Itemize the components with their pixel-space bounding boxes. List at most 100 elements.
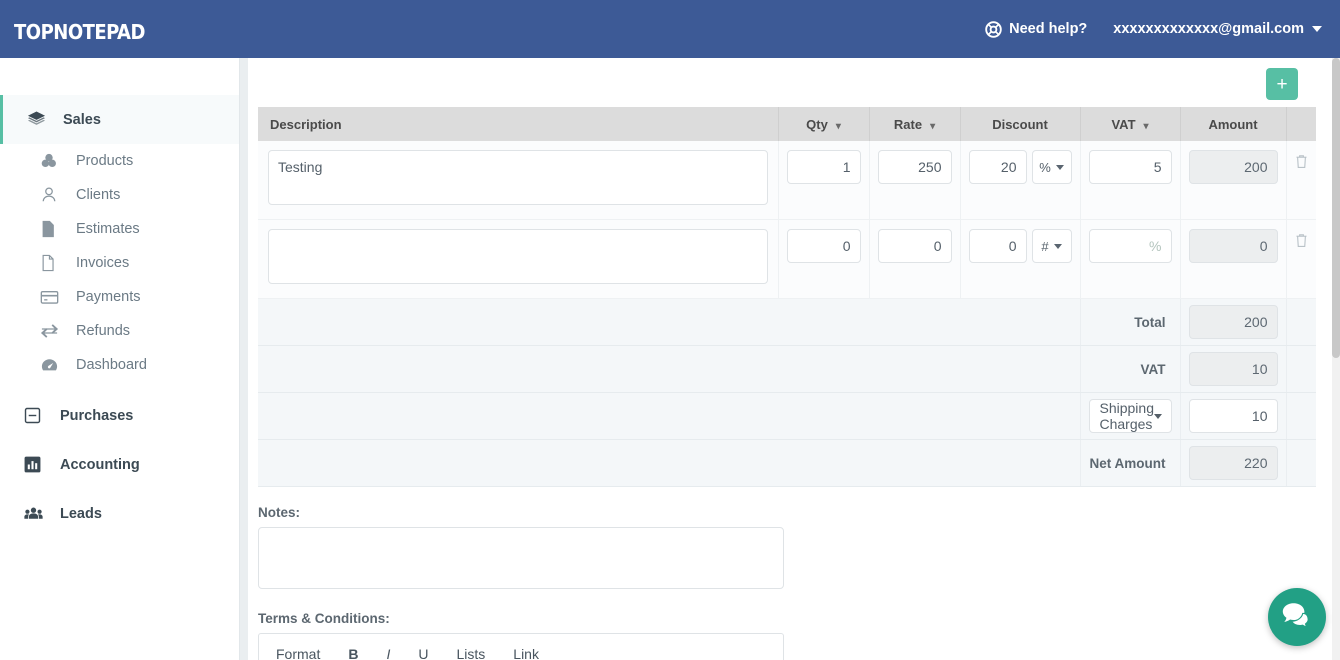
cell-delete xyxy=(1286,219,1316,299)
trash-icon[interactable] xyxy=(1295,234,1308,252)
tachometer-icon xyxy=(40,357,66,373)
sidebar-item-label: Dashboard xyxy=(76,357,147,373)
cubes-icon xyxy=(40,152,66,170)
sidebar-item-sales[interactable]: Sales xyxy=(0,95,239,144)
totals-end xyxy=(1286,439,1316,487)
column-header-discount[interactable]: Discount xyxy=(960,107,1081,141)
total-output xyxy=(1188,305,1278,339)
description-input[interactable] xyxy=(268,150,768,205)
sidebar-item-refunds[interactable]: Refunds xyxy=(0,314,239,348)
discount-unit-label: # xyxy=(1041,238,1049,254)
amount-output xyxy=(1188,150,1278,184)
table-row: # xyxy=(258,219,1316,299)
table-header-row: Description Qty ▾ Rate ▾ Discount VAT ▾ Amo… xyxy=(258,107,1316,141)
cell-amount xyxy=(1180,141,1287,220)
sidebar-item-label: Leads xyxy=(60,505,102,522)
totals-row-shipping: Shipping Charges xyxy=(258,392,1316,440)
discount-input[interactable] xyxy=(968,150,1027,184)
user-menu[interactable]: xxxxxxxxxxxxx@gmail.com xyxy=(1113,21,1322,37)
chat-bubbles-icon xyxy=(1282,602,1313,633)
column-header-qty[interactable]: Qty ▾ xyxy=(778,107,870,141)
page-scrollbar[interactable] xyxy=(1332,58,1340,660)
file-filled-icon xyxy=(40,220,66,238)
terms-label: Terms & Conditions: xyxy=(258,611,390,626)
sidebar-item-label: Payments xyxy=(76,289,141,305)
user-email-label: xxxxxxxxxxxxx@gmail.com xyxy=(1113,21,1304,37)
vat-input[interactable] xyxy=(1088,150,1172,184)
chat-widget-button[interactable] xyxy=(1268,588,1326,646)
notes-input[interactable] xyxy=(258,527,784,589)
rate-input[interactable] xyxy=(877,229,952,263)
sidebar-item-leads[interactable]: Leads xyxy=(0,489,239,538)
column-header-description[interactable]: Description xyxy=(258,107,779,141)
chevron-down-icon xyxy=(1154,413,1162,419)
cell-delete xyxy=(1286,141,1316,220)
discount-unit-select[interactable]: % xyxy=(1031,150,1072,184)
sidebar-item-label: Clients xyxy=(76,187,121,203)
column-header-vat[interactable]: VAT ▾ xyxy=(1080,107,1181,141)
sidebar-item-purchases[interactable]: Purchases xyxy=(0,391,239,440)
totals-row-vat: VAT xyxy=(258,345,1316,393)
sidebar-item-products[interactable]: Products xyxy=(0,144,239,178)
shipping-charges-select[interactable]: Shipping Charges xyxy=(1088,399,1172,433)
terms-editor: Format B I U Lists Link xyxy=(258,633,784,660)
cell-description xyxy=(258,219,779,299)
cell-discount: # xyxy=(960,219,1081,299)
shipping-charges-input[interactable] xyxy=(1188,399,1278,433)
sidebar-item-dashboard[interactable]: Dashboard xyxy=(0,348,239,382)
trash-icon[interactable] xyxy=(1295,155,1308,173)
sidebar-gutter xyxy=(240,58,248,660)
totals-spacer xyxy=(258,439,1081,487)
sidebar-item-payments[interactable]: Payments xyxy=(0,280,239,314)
cell-amount xyxy=(1180,219,1287,299)
vat-input[interactable] xyxy=(1088,229,1172,263)
rate-input[interactable] xyxy=(877,150,952,184)
net-amount-value-cell xyxy=(1180,439,1287,487)
qty-input[interactable] xyxy=(786,150,861,184)
underline-button[interactable]: U xyxy=(415,646,431,660)
net-amount-label: Net Amount xyxy=(1080,439,1181,487)
layers-icon xyxy=(27,110,53,129)
chevron-down-icon xyxy=(1053,243,1062,249)
total-value-cell xyxy=(1180,298,1287,346)
totals-spacer xyxy=(258,392,1081,440)
sidebar-item-label: Products xyxy=(76,153,134,169)
need-help-button[interactable]: Need help? xyxy=(985,20,1087,38)
link-button[interactable]: Link xyxy=(510,646,542,660)
exchange-icon xyxy=(40,323,66,339)
column-header-amount[interactable]: Amount xyxy=(1180,107,1287,141)
sidebar-item-label: Refunds xyxy=(76,323,131,339)
table-row: % xyxy=(258,141,1316,220)
discount-input[interactable] xyxy=(968,229,1027,263)
cell-rate xyxy=(869,141,961,220)
sidebar-item-accounting[interactable]: Accounting xyxy=(0,440,239,489)
vat-total-value-cell xyxy=(1180,345,1287,393)
discount-unit-select[interactable]: # xyxy=(1031,229,1072,263)
column-header-rate[interactable]: Rate ▾ xyxy=(869,107,961,141)
bold-button[interactable]: B xyxy=(345,646,361,660)
main-content: + Description Qty ▾ Rate ▾ Discount VAT … xyxy=(248,58,1332,660)
add-item-button[interactable]: + xyxy=(1266,68,1298,100)
scrollbar-thumb[interactable] xyxy=(1332,58,1340,358)
totals-end xyxy=(1286,392,1316,440)
cell-qty xyxy=(778,141,870,220)
sidebar-item-label: Sales xyxy=(63,111,101,128)
description-input[interactable] xyxy=(268,229,768,284)
chevron-down-icon: ▾ xyxy=(1143,120,1149,132)
total-label: Total xyxy=(1080,298,1181,346)
sidebar-item-estimates[interactable]: Estimates xyxy=(0,212,239,246)
format-button[interactable]: Format xyxy=(273,646,323,660)
sidebar-item-label: Estimates xyxy=(76,221,140,237)
lists-button[interactable]: Lists xyxy=(453,646,488,660)
sidebar-item-clients[interactable]: Clients xyxy=(0,178,239,212)
discount-unit-label: % xyxy=(1039,159,1051,175)
totals-row-net: Net Amount xyxy=(258,439,1316,487)
amount-output xyxy=(1188,229,1278,263)
qty-input[interactable] xyxy=(786,229,861,263)
sidebar-item-invoices[interactable]: Invoices xyxy=(0,246,239,280)
cell-vat xyxy=(1080,219,1181,299)
lower-form: Notes: Terms & Conditions: Format B I U … xyxy=(248,487,1332,660)
italic-button[interactable]: I xyxy=(383,646,393,660)
shipping-select-cell: Shipping Charges xyxy=(1080,392,1181,440)
notes-label: Notes: xyxy=(258,505,301,520)
